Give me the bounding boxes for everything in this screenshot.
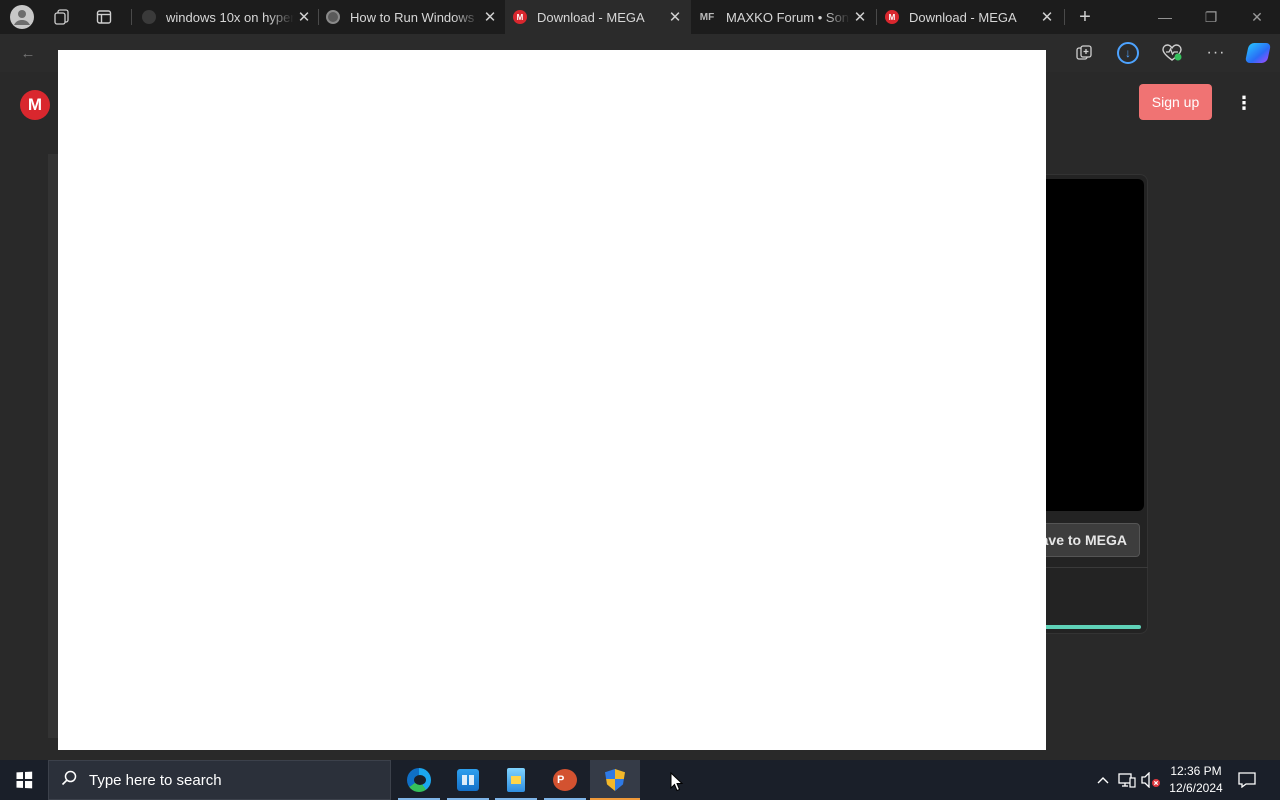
minimize-icon[interactable]: — (1142, 0, 1188, 34)
tab-separator (318, 9, 319, 25)
vertical-tabs-icon[interactable] (92, 5, 116, 29)
sign-up-button[interactable]: Sign up (1139, 84, 1212, 120)
tab-title: Download - MEGA (537, 9, 645, 25)
tab-separator (1064, 9, 1065, 25)
store-icon (457, 769, 479, 791)
tab-windows-10x-search[interactable]: windows 10x on hyper-v ✕ (138, 0, 318, 34)
close-tab-icon[interactable]: ✕ (480, 8, 500, 26)
menu-kebab-icon[interactable]: ⋮ (1235, 92, 1253, 114)
close-tab-icon[interactable]: ✕ (294, 8, 314, 26)
show-hidden-icons-chevron[interactable] (1094, 760, 1112, 800)
mega-favicon: M (513, 10, 527, 24)
browser-essentials-icon[interactable] (1160, 42, 1184, 64)
collections-icon[interactable] (1072, 42, 1096, 64)
more-icon[interactable]: ··· (1204, 42, 1228, 64)
close-tab-icon[interactable]: ✕ (1037, 8, 1057, 26)
file-taskbar-button[interactable] (491, 760, 541, 800)
tab-title: Download - MEGA (909, 9, 1017, 25)
mf-favicon: MF (699, 11, 715, 23)
tab-title: How to Run Windows 10X (350, 9, 480, 25)
windows-taskbar: P 12:36 PM 12/6/2024 (0, 760, 1280, 800)
taskbar-search-box[interactable] (48, 760, 391, 800)
download-icon[interactable]: ↓ (1116, 42, 1140, 64)
clock-time: 12:36 PM (1170, 764, 1222, 778)
close-tab-icon[interactable]: ✕ (665, 8, 685, 26)
profile-icon[interactable] (10, 5, 34, 29)
copilot-icon[interactable] (1244, 42, 1272, 64)
start-button[interactable] (0, 760, 48, 800)
clock-date: 12/6/2024 (1169, 781, 1223, 795)
blank-popup-window[interactable] (58, 50, 1046, 750)
tab-separator (131, 9, 132, 25)
search-favicon (142, 10, 156, 24)
taskbar-clock[interactable]: 12:36 PM 12/6/2024 (1164, 763, 1228, 797)
close-icon[interactable]: ✕ (1234, 0, 1280, 34)
generic-site-favicon (326, 10, 340, 24)
browser-title-bar: windows 10x on hyper-v ✕ How to Run Wind… (0, 0, 1280, 34)
security-taskbar-button[interactable] (590, 760, 640, 800)
volume-muted-icon[interactable] (1140, 760, 1162, 800)
back-arrow-icon[interactable]: ← (16, 42, 40, 64)
security-shield-icon (605, 769, 625, 791)
plus-icon[interactable]: + (1073, 5, 1097, 29)
tab-title: windows 10x on hyper-v (166, 9, 294, 25)
windows-logo-icon (16, 771, 33, 789)
powerpoint-taskbar-button[interactable]: P (540, 760, 590, 800)
page-panel-edge (48, 154, 58, 738)
mega-logo[interactable]: M (20, 90, 50, 120)
restore-icon[interactable]: ❐ (1188, 0, 1234, 34)
search-icon (49, 770, 89, 791)
tab-maxko-forum[interactable]: MF MAXKO Forum • Sony Vegas ✕ (692, 0, 874, 34)
edge-icon (407, 768, 431, 792)
file-icon (507, 768, 525, 792)
network-icon[interactable] (1116, 760, 1138, 800)
search-input[interactable] (89, 771, 369, 789)
close-tab-icon[interactable]: ✕ (850, 8, 870, 26)
tab-title: MAXKO Forum • Sony Vegas (726, 9, 850, 25)
powerpoint-icon: P (553, 769, 577, 791)
tab-how-to-run-windows[interactable]: How to Run Windows 10X ✕ (324, 0, 504, 34)
mega-favicon: M (885, 10, 899, 24)
notifications-icon[interactable] (1236, 760, 1258, 800)
store-taskbar-button[interactable] (443, 760, 493, 800)
tab-download-mega[interactable]: M Download - MEGA ✕ (879, 0, 1061, 34)
tab-separator (876, 9, 877, 25)
tab-download-mega-active[interactable]: M Download - MEGA ✕ (505, 0, 691, 34)
edge-taskbar-button[interactable] (394, 760, 444, 800)
workspaces-icon[interactable] (50, 5, 74, 29)
